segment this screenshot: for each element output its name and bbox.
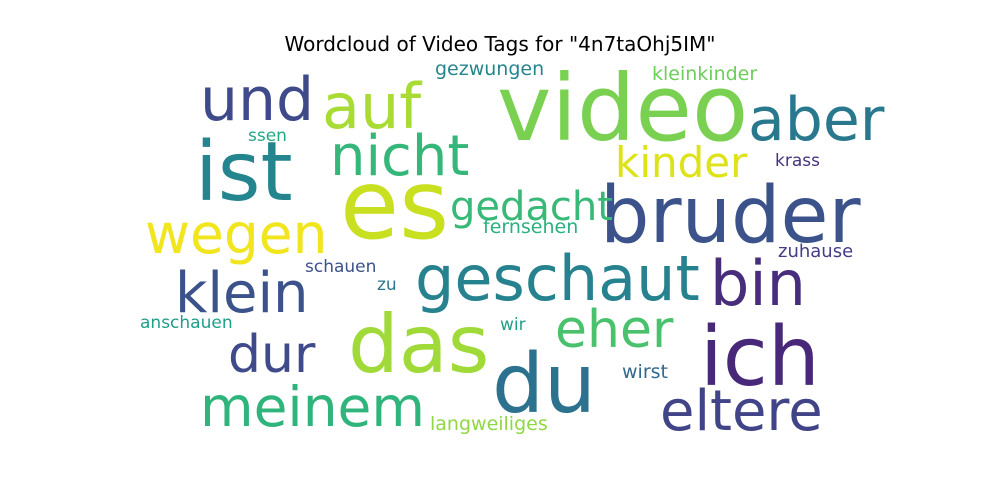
word-zuhause: zuhause [778,241,853,262]
word-kinder: kinder [615,138,748,187]
word-kleinkinder: kleinkinder [652,63,757,85]
word-eltere: eltere [660,379,823,444]
wordcloud-chart: videoesist bruderichdas duund auf abernichtg… [140,55,885,444]
word-aber: aber [748,85,885,155]
word-schauen: schauen [305,257,376,277]
word-fernsehen: fernsehen [483,216,578,238]
word-nicht: nicht [330,124,469,189]
word-ssen: ssen [248,126,287,146]
word-zu: zu [377,275,397,295]
word-krass: krass [775,151,820,171]
word-und: und [200,65,314,135]
word-wegen: wegen [145,202,327,266]
word-wir: wir [500,315,526,335]
word-gezwungen: gezwungen [435,58,544,80]
word-eher: eher [555,300,674,360]
word-dur: dur [228,325,316,385]
word-wirst: wirst [622,361,668,383]
word-langweiliges: langweiliges [430,413,548,435]
word-anschauen: anschauen [140,313,233,333]
